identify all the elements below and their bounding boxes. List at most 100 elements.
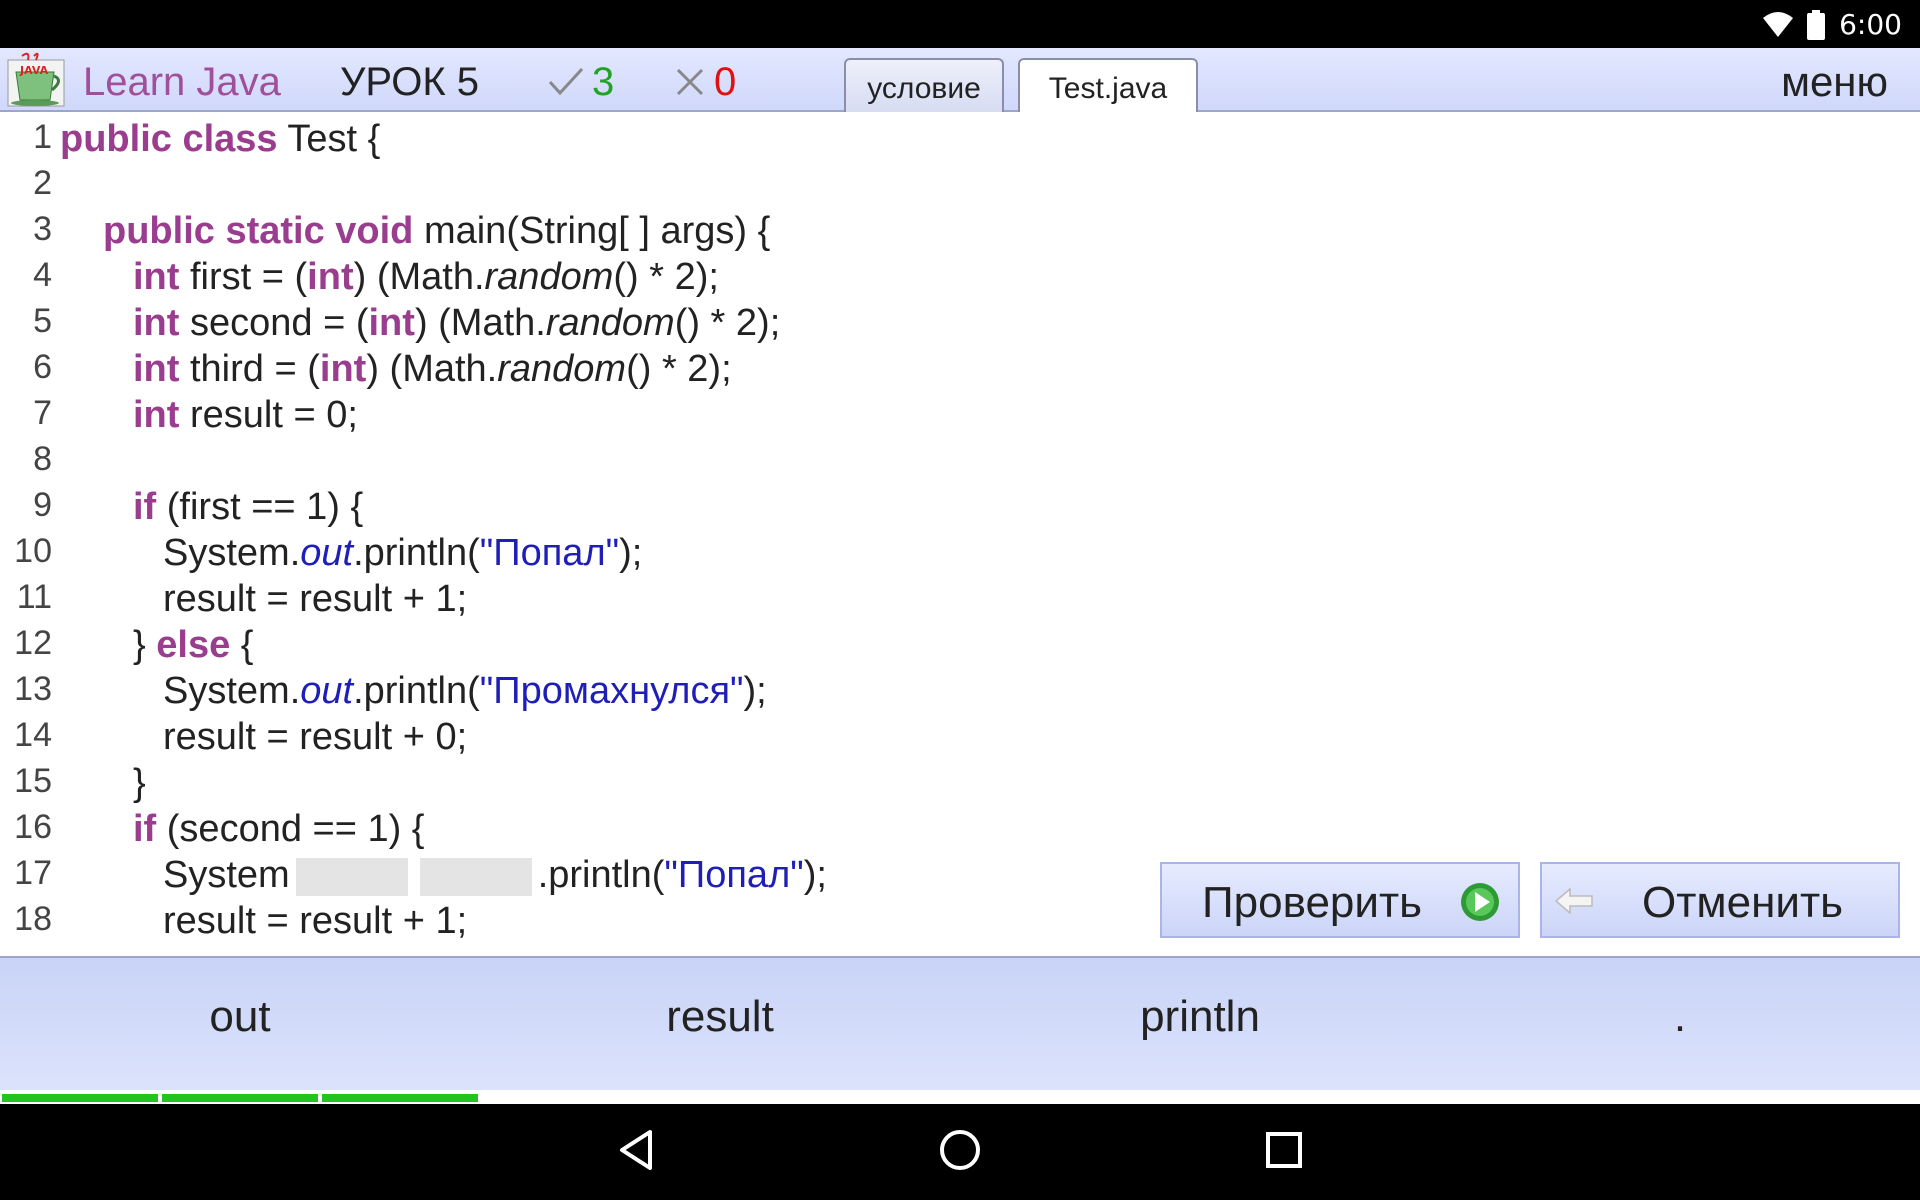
recents-icon[interactable] <box>1262 1126 1306 1174</box>
line-number: 3 <box>33 210 52 248</box>
line-number: 7 <box>33 394 52 432</box>
code-fragment: .println( <box>353 532 480 574</box>
cancel-button[interactable]: Отменить <box>1540 862 1900 938</box>
java-logo-icon: JAVA <box>7 52 65 107</box>
lesson-label: УРОК 5 <box>340 60 479 104</box>
keyword: int <box>368 302 415 344</box>
code-line: 5 int second = (int) (Math.random() * 2)… <box>0 302 1920 348</box>
answer-blank-1[interactable] <box>295 857 408 896</box>
keyword: int <box>307 256 354 298</box>
code-fragment: (first == 1) { <box>156 486 364 528</box>
progress-segment <box>162 1094 318 1102</box>
check-icon <box>548 67 584 96</box>
code-text: int third = (int) (Math.random() * 2); <box>133 348 732 391</box>
keyword: if <box>133 808 157 850</box>
code-line: 2 <box>0 164 1920 210</box>
wrong-count: 0 <box>714 60 737 104</box>
menu-button[interactable]: меню <box>1781 58 1888 106</box>
code-fragment: { <box>230 624 254 666</box>
code-fragment: .println( <box>353 670 480 712</box>
app-title: Learn Java <box>83 60 281 104</box>
code-fragment: () * 2); <box>674 302 781 344</box>
tab-test-java[interactable]: Test.java <box>1018 58 1198 116</box>
back-icon[interactable] <box>614 1126 658 1174</box>
keyword: if <box>133 486 157 528</box>
wifi-icon <box>1763 11 1794 37</box>
tab-condition[interactable]: условие <box>844 58 1004 114</box>
code-fragment: third = ( <box>179 348 320 390</box>
code-line: 10 System.out.println("Попал"); <box>0 532 1920 578</box>
code-line: 4 int first = (int) (Math.random() * 2); <box>0 256 1920 302</box>
line-number: 16 <box>14 808 52 846</box>
method-name: random <box>497 348 627 390</box>
line-number: 12 <box>14 624 52 662</box>
progress-segment <box>322 1094 478 1102</box>
line-number: 13 <box>14 670 52 708</box>
code-fragment: ) (Math. <box>414 302 546 344</box>
method-name: random <box>545 302 675 344</box>
line-number: 17 <box>14 854 52 892</box>
check-button-label: Проверить <box>1202 878 1423 927</box>
keyword: int <box>133 348 180 390</box>
code-text: System .println("Попал"); <box>163 854 827 897</box>
code-text: result = result + 0; <box>163 716 468 758</box>
answer-blank-2[interactable] <box>419 857 532 896</box>
keyword: int <box>133 394 180 436</box>
cancel-button-label: Отменить <box>1642 878 1844 927</box>
code-fragment: System. <box>163 532 301 574</box>
line-number: 6 <box>33 348 52 386</box>
word-choice[interactable]: println <box>960 992 1440 1042</box>
keyword: public class <box>60 118 278 160</box>
code-fragment: } <box>133 624 157 666</box>
code-text: int result = 0; <box>133 394 358 437</box>
app-bar: JAVA Learn Java УРОК 5 3 0 условие Test.… <box>0 48 1920 116</box>
word-choice[interactable]: . <box>1440 992 1920 1042</box>
battery-icon <box>1807 9 1826 40</box>
word-choice[interactable]: out <box>0 992 480 1042</box>
status-bar: 6:00 <box>0 0 1920 48</box>
logo-text: JAVA <box>19 64 49 77</box>
line-number: 15 <box>14 762 52 800</box>
code-line: 14 result = result + 0; <box>0 716 1920 762</box>
code-text: result = result + 1; <box>163 578 468 620</box>
keyword: int <box>319 348 367 390</box>
code-text: System.out.println("Промахнулся"); <box>163 670 767 713</box>
code-text: int second = (int) (Math.random() * 2); <box>133 302 780 345</box>
keyword: public static void <box>103 210 414 252</box>
code-line: 7 int result = 0; <box>0 394 1920 440</box>
line-number: 8 <box>33 440 52 478</box>
line-number: 2 <box>33 164 52 202</box>
code-text: System.out.println("Попал"); <box>163 532 642 575</box>
code-fragment: Test { <box>277 118 381 160</box>
code-fragment: .println( <box>537 854 665 896</box>
method-name: random <box>484 256 614 298</box>
code-text: if (first == 1) { <box>133 486 363 529</box>
code-fragment: System <box>163 854 290 896</box>
code-text: result = result + 1; <box>163 900 468 942</box>
field-name: out <box>300 532 354 574</box>
code-fragment: first = ( <box>179 256 308 298</box>
field-name: out <box>300 670 354 712</box>
code-line: 12 } else { <box>0 624 1920 670</box>
code-line: 11 result = result + 1; <box>0 578 1920 624</box>
navigation-bar <box>0 1104 1920 1200</box>
status-time: 6:00 <box>1839 8 1902 41</box>
progress-segment <box>2 1094 158 1102</box>
code-text: public static void main(String[ ] args) … <box>103 210 770 253</box>
keyword: int <box>133 256 180 298</box>
correct-count: 3 <box>592 60 615 104</box>
code-text: int first = (int) (Math.random() * 2); <box>133 256 719 299</box>
code-line: 16 if (second == 1) { <box>0 808 1920 854</box>
string-literal: "Попал" <box>664 854 804 896</box>
code-text: } else { <box>133 624 253 667</box>
code-fragment: ); <box>619 532 643 574</box>
word-choice[interactable]: result <box>480 992 960 1042</box>
home-icon[interactable] <box>936 1126 984 1174</box>
line-number: 18 <box>14 900 52 938</box>
check-button[interactable]: Проверить <box>1160 862 1520 938</box>
code-fragment: ) (Math. <box>353 256 485 298</box>
code-fragment: ); <box>743 670 767 712</box>
line-number: 5 <box>33 302 52 340</box>
code-fragment: main(String[ ] args) { <box>413 210 771 252</box>
line-number: 4 <box>33 256 52 294</box>
